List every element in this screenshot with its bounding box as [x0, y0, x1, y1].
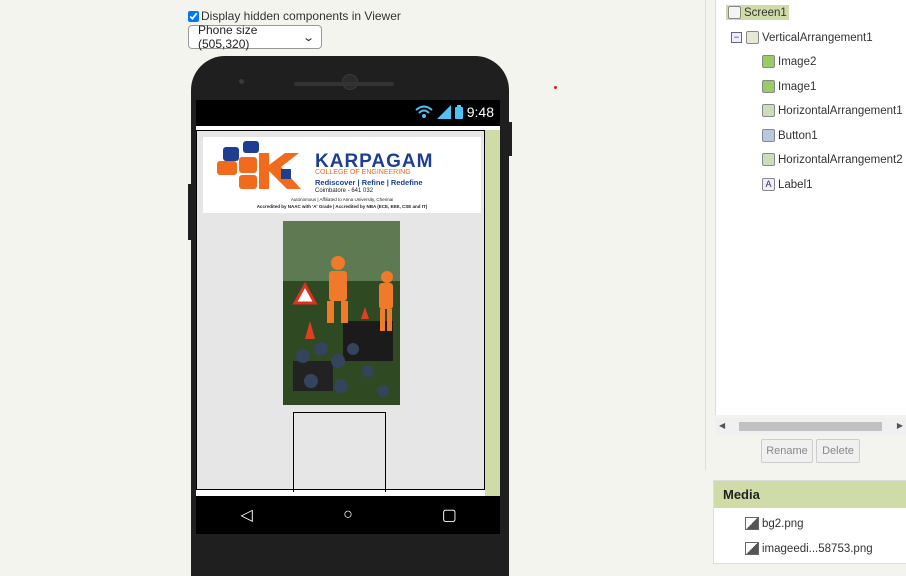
media-item[interactable]: bg2.png: [745, 517, 804, 530]
scroll-right-icon[interactable]: ▶: [897, 421, 903, 430]
hidden-components-checkbox[interactable]: Display hidden components in Viewer: [188, 9, 401, 23]
phone-screen: 9:48 KARPAGAM COLLEGE OF ENGINEERING Red…: [196, 100, 500, 534]
scrollbar-thumb[interactable]: [739, 422, 882, 431]
signal-icon: [436, 105, 451, 119]
red-dot: [554, 86, 557, 89]
logo-city: Coimbatore - 641 032: [315, 188, 374, 194]
media-title: Media: [714, 481, 906, 508]
home-icon[interactable]: ○: [328, 506, 368, 524]
logo-line1: Autonomous | Affiliated to Anna Universi…: [290, 197, 394, 202]
scroll-left-icon[interactable]: ◀: [719, 421, 725, 430]
tree-node-label: Label1: [778, 178, 813, 191]
image-icon: [762, 55, 775, 68]
logo-sub: COLLEGE OF ENGINEERING: [315, 169, 411, 176]
delete-button[interactable]: Delete: [816, 439, 860, 463]
hidden-checkbox-input[interactable]: [188, 10, 199, 22]
screen-scrollbar[interactable]: [485, 130, 500, 497]
speaker-grille: [294, 82, 394, 86]
components-panel: Screen1 − VerticalArrangement1 Image2 Im…: [705, 0, 906, 470]
phone-size-select[interactable]: Phone size (505,320) ⌄: [188, 23, 322, 51]
tree-node-label: Image2: [778, 55, 817, 68]
rename-button[interactable]: Rename: [761, 439, 813, 463]
logo-tagline: Rediscover | Refine | Redefine: [315, 178, 423, 187]
media-item-label: imageedi...58753.png: [762, 542, 873, 555]
hidden-components-label: Display hidden components in Viewer: [201, 9, 401, 23]
media-panel: Media bg2.png imageedi...58753.png: [713, 480, 906, 564]
viewer-panel: Display hidden components in Viewer Phon…: [0, 0, 705, 576]
screen-icon: [728, 6, 741, 19]
tree-node-label: HorizontalArrangement2: [778, 153, 903, 166]
media-item[interactable]: imageedi...58753.png: [745, 542, 873, 555]
circuit-board-image: [283, 221, 400, 405]
tree-node-verticalarrangement1[interactable]: VerticalArrangement1: [746, 31, 873, 44]
tree-node-label: Image1: [778, 80, 817, 93]
tree-horizontal-scrollbar[interactable]: ◀ ▶: [715, 418, 906, 435]
status-time: 9:48: [466, 104, 494, 120]
tree-node-label1[interactable]: A Label1: [762, 178, 813, 191]
nav-bar: ◁ ○ ▢: [196, 496, 500, 534]
button-icon: [762, 129, 775, 142]
image1-photo[interactable]: [283, 221, 400, 405]
image-file-icon: [745, 517, 759, 530]
tree-node-label: HorizontalArrangement1: [778, 104, 903, 117]
chevron-down-icon: ⌄: [301, 31, 315, 44]
back-icon[interactable]: ◁: [227, 505, 267, 525]
sensor-dot: [239, 79, 244, 84]
vertical-arrangement[interactable]: KARPAGAM COLLEGE OF ENGINEERING Rediscov…: [196, 130, 485, 492]
horizontal-arrangement-icon: [762, 153, 775, 166]
tree-node-label: Screen1: [744, 6, 787, 19]
horizontal-arrangement-icon: [762, 104, 775, 117]
tree-node-image1[interactable]: Image1: [762, 80, 816, 93]
tree-node-screen1[interactable]: Screen1: [726, 5, 789, 20]
phone-side-button-right: [509, 122, 512, 156]
components-tree: Screen1 − VerticalArrangement1 Image2 Im…: [715, 0, 906, 415]
recents-icon[interactable]: ▢: [429, 505, 469, 525]
battery-icon: [454, 105, 463, 119]
image2-logo[interactable]: KARPAGAM COLLEGE OF ENGINEERING Rediscov…: [203, 137, 481, 213]
phone-size-value: Phone size (505,320): [198, 23, 258, 51]
vertical-arrangement-icon: [746, 31, 759, 44]
logo-line2: Accredited by NAAC with 'A' Grade | Accr…: [256, 204, 428, 209]
media-item-label: bg2.png: [762, 517, 804, 530]
tree-node-image2[interactable]: Image2: [762, 55, 816, 68]
tree-node-label: VerticalArrangement1: [762, 31, 873, 44]
image-file-icon: [745, 542, 759, 555]
tree-node-button1[interactable]: Button1: [762, 129, 818, 142]
phone-side-button-left: [188, 184, 191, 240]
status-bar: 9:48: [196, 100, 500, 126]
phone-mockup: 9:48 KARPAGAM COLLEGE OF ENGINEERING Red…: [188, 56, 512, 576]
button1[interactable]: [293, 412, 386, 492]
collapse-toggle-icon[interactable]: −: [731, 32, 742, 43]
tree-node-horizontalarrangement2[interactable]: HorizontalArrangement2: [762, 153, 903, 166]
image-icon: [762, 80, 775, 93]
tree-node-horizontalarrangement1[interactable]: HorizontalArrangement1: [762, 104, 903, 117]
tree-node-label: Button1: [778, 129, 818, 142]
label-icon: A: [762, 178, 775, 191]
wifi-icon: [415, 105, 433, 118]
